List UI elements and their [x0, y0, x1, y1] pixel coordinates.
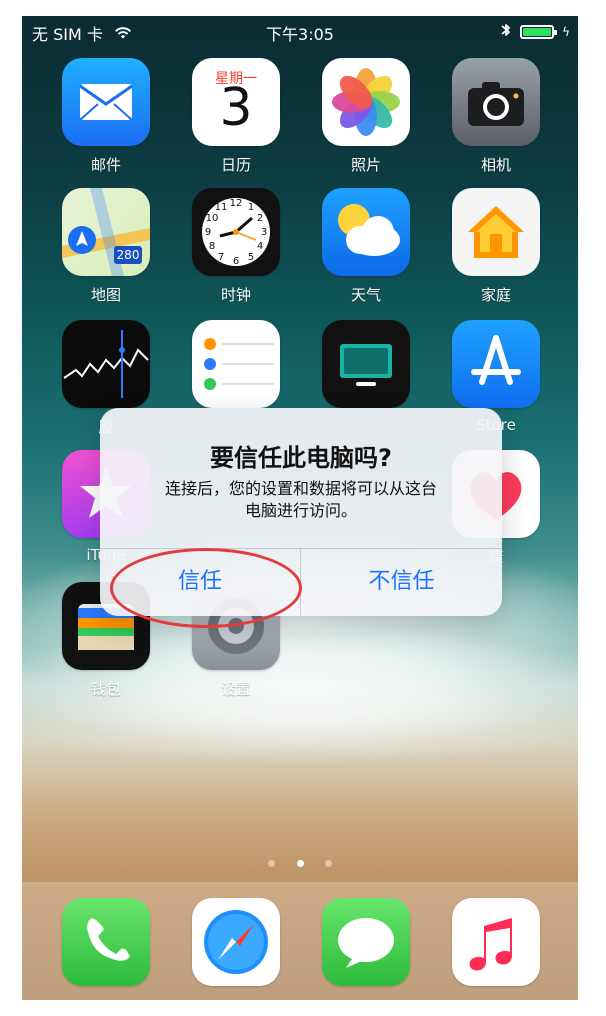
dock — [22, 882, 578, 1000]
home-icon — [452, 188, 540, 276]
svg-text:4: 4 — [257, 241, 263, 252]
dialog-message-line: 电脑进行访问。 — [244, 501, 357, 520]
appstore-icon — [452, 320, 540, 408]
stocks-icon — [62, 320, 150, 408]
app-clock[interactable]: 12 1 2 345 678 9 10 11 时钟 — [190, 188, 282, 305]
app-home[interactable]: 家庭 — [450, 188, 542, 305]
app-label: 家庭 — [480, 286, 511, 304]
mail-icon — [62, 58, 150, 146]
page-dot[interactable] — [268, 860, 276, 867]
app-label: 日历 — [220, 156, 251, 174]
svg-text:6: 6 — [233, 256, 239, 267]
status-bar: 无 SIM 卡 下午3:05 ϟ — [22, 16, 578, 48]
svg-text:5: 5 — [248, 252, 254, 263]
status-icons: ϟ — [500, 22, 570, 42]
app-mail[interactable]: 邮件 — [60, 58, 152, 175]
calendar-icon: 星期一 3 — [192, 58, 280, 146]
weather-icon — [322, 188, 410, 276]
dock-messages[interactable] — [320, 898, 412, 986]
dont-trust-button[interactable]: 不信任 — [301, 548, 502, 616]
app-label: 照片 — [350, 156, 381, 174]
svg-text:11: 11 — [215, 202, 228, 213]
phone-icon — [62, 898, 150, 986]
app-label: 时钟 — [220, 286, 251, 304]
page-dot-active[interactable] — [296, 860, 304, 867]
music-icon — [452, 898, 540, 986]
safari-icon — [192, 898, 280, 986]
svg-text:8: 8 — [209, 241, 215, 252]
trust-button[interactable]: 信任 — [100, 548, 300, 616]
app-label: 设置 — [220, 680, 251, 698]
app-label: 相机 — [480, 156, 511, 174]
app-photos[interactable]: 照片 — [320, 58, 412, 175]
dialog-title: 要信任此电脑吗? — [210, 444, 392, 472]
dock-phone[interactable] — [60, 898, 152, 986]
app-label: 邮件 — [90, 156, 121, 174]
app-camera[interactable]: 相机 — [450, 58, 542, 175]
app-weather[interactable]: 天气 — [320, 188, 412, 305]
bluetooth-icon — [500, 22, 512, 42]
dock-safari[interactable] — [190, 898, 282, 986]
svg-text:9: 9 — [205, 227, 211, 238]
camera-icon — [452, 58, 540, 146]
battery-icon — [520, 25, 558, 39]
app-label: 钱包 — [90, 680, 121, 698]
messages-icon — [322, 898, 410, 986]
trust-computer-dialog: 要信任此电脑吗? 连接后，您的设置和数据将可以从这台 电脑进行访问。 信任 不信… — [100, 408, 502, 616]
app-calendar[interactable]: 星期一 3 日历 — [190, 58, 282, 175]
svg-text:3: 3 — [261, 227, 267, 238]
page-dot[interactable] — [324, 860, 332, 867]
calendar-day: 3 — [219, 78, 253, 138]
app-label: 天气 — [350, 286, 381, 304]
clock-icon: 12 1 2 345 678 9 10 11 — [192, 188, 280, 276]
svg-text:12: 12 — [230, 198, 243, 209]
dock-music[interactable] — [450, 898, 542, 986]
svg-text:1: 1 — [248, 202, 254, 213]
app-label: 地图 — [90, 286, 121, 304]
dialog-message: 连接后，您的设置和数据将可以从这台 电脑进行访问。 — [126, 478, 476, 522]
app-maps[interactable]: 280 地图 — [60, 188, 152, 305]
reminders-icon — [192, 320, 280, 408]
svg-text:7: 7 — [218, 252, 224, 263]
clock-time: 下午3:05 — [266, 25, 334, 44]
maps-icon: 280 — [62, 188, 150, 276]
dialog-message-line: 连接后，您的设置和数据将可以从这台 — [164, 479, 437, 498]
svg-text:2: 2 — [257, 213, 263, 224]
app-tv[interactable] — [320, 320, 412, 416]
photos-icon — [322, 58, 410, 146]
page-indicator[interactable] — [22, 852, 578, 871]
bolt-icon: ϟ — [562, 25, 570, 39]
tv-icon — [322, 320, 410, 408]
home-screen: 无 SIM 卡 下午3:05 ϟ 邮件 星期一 3 日历 照片 相机 280 地… — [22, 16, 578, 1000]
svg-text:10: 10 — [206, 213, 219, 224]
map-route-shield: 280 — [117, 248, 140, 262]
app-reminders[interactable] — [190, 320, 282, 416]
